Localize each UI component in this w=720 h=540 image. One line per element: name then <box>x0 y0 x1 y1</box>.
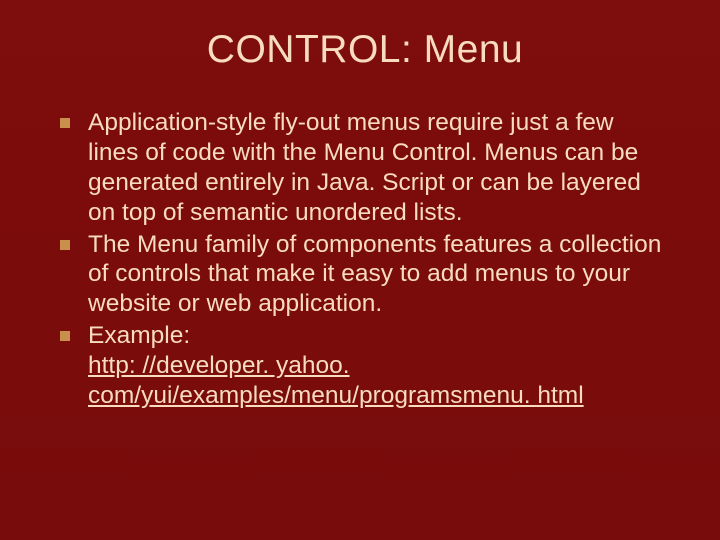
list-item: The Menu family of components features a… <box>60 230 670 320</box>
slide-title: CONTROL: Menu <box>60 28 670 72</box>
slide: CONTROL: Menu Application-style fly-out … <box>0 0 720 540</box>
bullet-square-icon <box>60 240 70 250</box>
list-item: Application-style fly-out menus require … <box>60 108 670 228</box>
example-link[interactable]: http: //developer. yahoo. com/yui/exampl… <box>88 352 584 409</box>
list-item: Example: http: //developer. yahoo. com/y… <box>60 321 670 411</box>
bullet-square-icon <box>60 331 70 341</box>
bullet-list: Application-style fly-out menus require … <box>60 108 670 411</box>
bullet-text: The Menu family of components features a… <box>88 231 661 318</box>
bullet-text: Application-style fly-out menus require … <box>88 109 641 226</box>
bullet-prefix: Example: <box>88 322 190 349</box>
bullet-square-icon <box>60 118 70 128</box>
